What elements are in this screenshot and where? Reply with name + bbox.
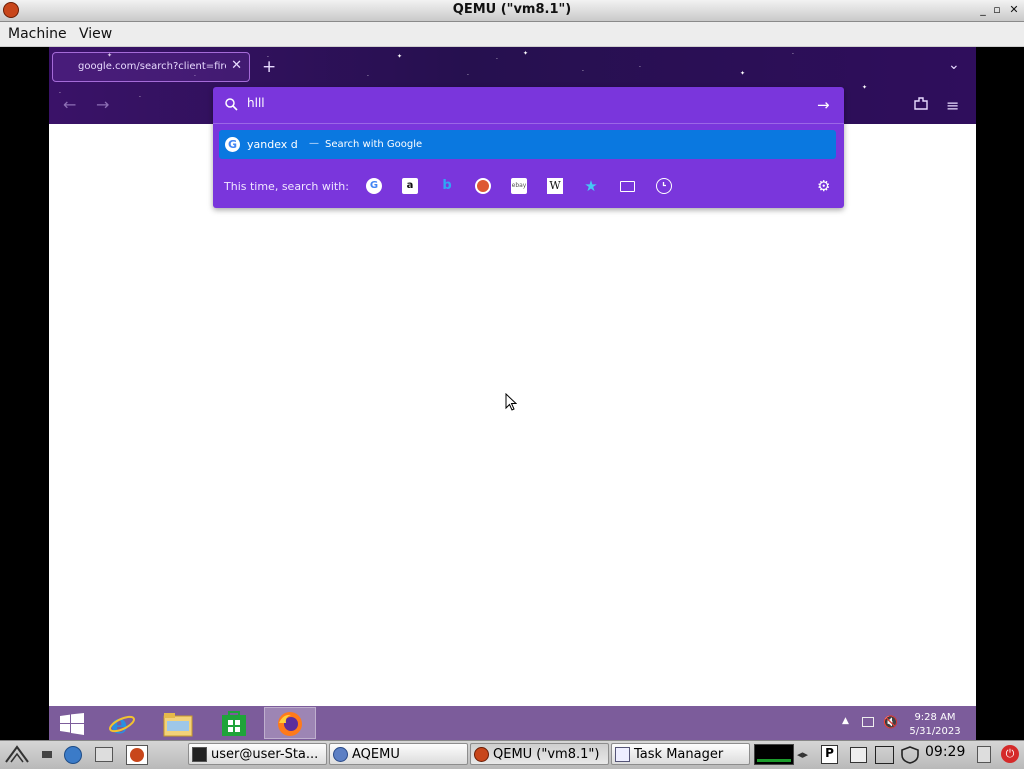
menu-machine[interactable]: Machine xyxy=(8,26,67,42)
host-clock[interactable]: 09:29 xyxy=(925,744,965,760)
search-tray-icon[interactable] xyxy=(850,747,867,763)
tab-close-icon[interactable]: ✕ xyxy=(231,58,242,73)
search-icon xyxy=(225,98,238,111)
search-with-label: This time, search with: xyxy=(224,180,349,193)
tabs-icon[interactable] xyxy=(620,181,635,192)
host-menubar: Machine View xyxy=(0,22,1024,47)
guest-date: 5/31/2023 xyxy=(909,726,961,737)
window-titlebar: QEMU ("vm8.1") _ ▫ ✕ xyxy=(0,0,1024,22)
task-label: QEMU ("vm8.1") xyxy=(493,747,600,762)
task-label: AQEMU xyxy=(352,747,400,762)
urlbar: → xyxy=(213,87,844,123)
tab-title: google.com/search?client=firef xyxy=(78,61,226,72)
ebay-icon[interactable]: ebay xyxy=(511,178,527,194)
network-icon[interactable] xyxy=(862,717,874,727)
task-label: user@user-Sta... xyxy=(211,747,319,762)
show-desktop-icon[interactable] xyxy=(42,751,52,758)
wikipedia-icon[interactable]: W xyxy=(547,178,563,194)
duckduckgo-icon[interactable] xyxy=(475,178,491,194)
guest-clock[interactable]: 9:28 AM 5/31/2023 xyxy=(905,711,965,739)
tab-list-chevron-icon[interactable]: ⌄ xyxy=(948,57,960,73)
guest-time: 9:28 AM xyxy=(914,712,956,723)
task-qemu[interactable]: QEMU ("vm8.1") xyxy=(470,743,609,765)
mouse-cursor-icon xyxy=(505,393,517,411)
window-title: QEMU ("vm8.1") xyxy=(452,2,572,17)
suggestion-action: Search with Google xyxy=(325,139,423,150)
screen-lock-icon[interactable] xyxy=(977,746,991,763)
power-icon[interactable]: ⏻ xyxy=(1001,745,1019,763)
task-aqemu[interactable]: AQEMU xyxy=(329,743,468,765)
task-terminal[interactable]: user@user-Sta... xyxy=(188,743,327,765)
paste-icon[interactable]: P xyxy=(821,745,838,764)
internet-explorer-icon[interactable]: e xyxy=(108,709,136,737)
google-icon: G xyxy=(225,137,240,152)
gear-icon[interactable]: ⚙ xyxy=(817,177,830,195)
windows-start-icon[interactable] xyxy=(60,713,84,735)
window-switcher-icon[interactable] xyxy=(95,747,113,762)
history-icon[interactable] xyxy=(656,178,672,194)
volume-muted-icon[interactable]: 🔇 xyxy=(883,715,898,729)
package-icon[interactable] xyxy=(875,746,894,764)
task-manager-icon xyxy=(615,747,630,762)
divider xyxy=(213,123,844,124)
terminal-icon xyxy=(192,747,207,762)
forward-button[interactable]: → xyxy=(96,95,109,114)
urlbar-popup: → G yandex d — Search with Google This t… xyxy=(213,87,844,208)
firefox-icon xyxy=(278,712,302,736)
go-arrow-icon[interactable]: → xyxy=(817,96,830,114)
file-explorer-icon[interactable] xyxy=(163,711,193,737)
menu-view[interactable]: View xyxy=(79,26,112,42)
page-content xyxy=(49,124,976,706)
task-label: Task Manager xyxy=(634,747,724,762)
shield-icon[interactable] xyxy=(900,746,920,764)
aqemu-icon xyxy=(333,747,348,762)
maximize-button[interactable]: ▫ xyxy=(990,3,1004,17)
suggestion-text: yandex d xyxy=(247,138,298,151)
qemu-launcher-icon[interactable] xyxy=(126,745,148,765)
hamburger-menu-icon[interactable]: ≡ xyxy=(946,96,959,115)
cpu-monitor-graph xyxy=(754,744,794,765)
amazon-icon[interactable]: a xyxy=(402,178,418,194)
bookmarks-icon[interactable]: ★ xyxy=(583,178,599,194)
browser-tab[interactable]: google.com/search?client=firef ✕ xyxy=(52,52,250,82)
network-arrows-icon: ◂▸ xyxy=(797,748,809,761)
bing-icon[interactable]: b xyxy=(439,178,455,194)
url-input[interactable] xyxy=(247,96,787,110)
google-icon[interactable]: G xyxy=(366,178,382,194)
tray-chevron-icon[interactable]: ▲ xyxy=(842,716,849,726)
start-menu-icon[interactable] xyxy=(4,744,30,764)
extensions-icon[interactable] xyxy=(913,95,929,111)
qemu-icon xyxy=(474,747,489,762)
suggestion-separator: — xyxy=(309,138,319,149)
close-button[interactable]: ✕ xyxy=(1007,3,1021,17)
back-button[interactable]: ← xyxy=(63,95,76,114)
taskbar-firefox-button[interactable] xyxy=(264,707,316,739)
search-suggestion[interactable]: G yandex d — Search with Google xyxy=(219,130,836,159)
new-tab-button[interactable]: + xyxy=(262,57,276,77)
minimize-button[interactable]: _ xyxy=(976,3,990,17)
browser-launcher-icon[interactable] xyxy=(64,746,82,764)
store-icon[interactable] xyxy=(221,709,247,737)
task-task-manager[interactable]: Task Manager xyxy=(611,743,750,765)
